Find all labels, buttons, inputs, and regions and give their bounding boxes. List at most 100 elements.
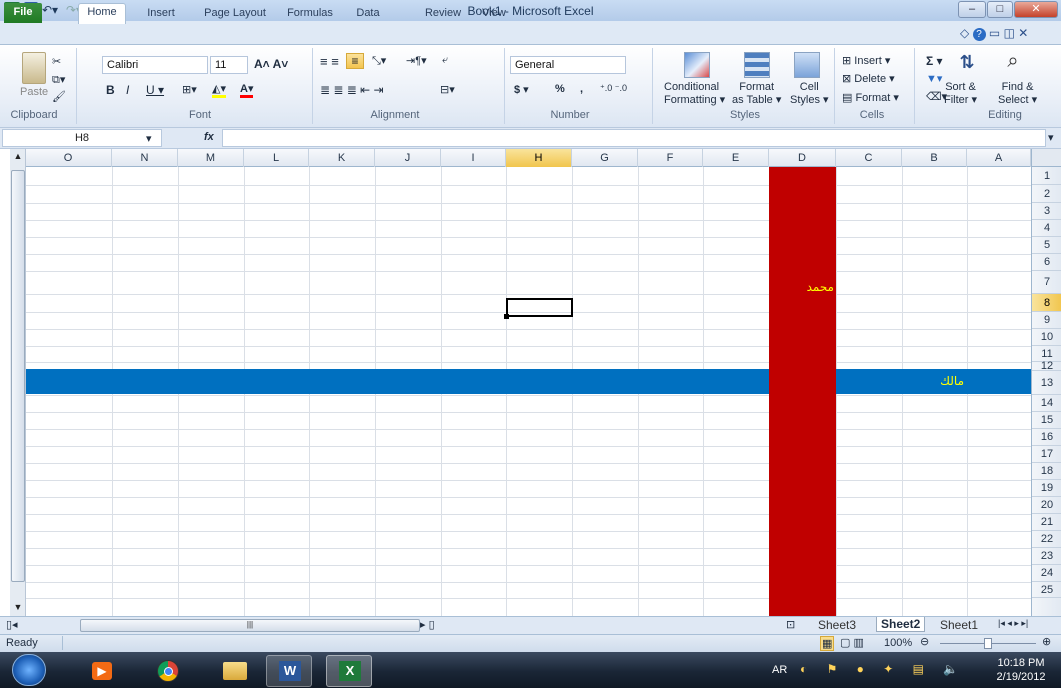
tab-data[interactable]: Data — [348, 5, 388, 23]
bold-icon[interactable]: B — [106, 83, 115, 97]
page-layout-view-icon[interactable]: ▢ ▥ — [840, 636, 864, 649]
column-header[interactable]: K — [309, 149, 375, 167]
column-header[interactable]: H — [506, 149, 572, 167]
tab-review[interactable]: Review — [420, 5, 466, 23]
row-header[interactable]: 24 — [1032, 565, 1061, 582]
help-icon[interactable]: ? — [972, 28, 986, 41]
tab-view[interactable]: View — [476, 5, 512, 23]
sort-filter-icon[interactable]: ⇅ — [954, 52, 980, 76]
scroll-down-icon[interactable]: ▼ — [11, 602, 25, 614]
format-as-table-icon[interactable] — [744, 52, 770, 78]
zoom-level[interactable]: 100% — [884, 637, 912, 649]
sheet-tab-sheet2[interactable]: Sheet2 — [876, 617, 926, 632]
column-header[interactable]: C — [836, 149, 902, 167]
cell-styles-icon[interactable] — [794, 52, 820, 78]
column-header[interactable]: N — [112, 149, 178, 167]
underline-icon[interactable]: U ▾ — [146, 83, 164, 97]
sheet-tab-sheet1[interactable]: Sheet1 — [940, 618, 978, 632]
row-header[interactable]: 15 — [1032, 412, 1061, 429]
vertical-scroll-thumb[interactable] — [11, 170, 25, 582]
font-color-icon[interactable]: A▾ — [240, 82, 254, 98]
insert-cells-button[interactable]: ⊞ Insert ▾ — [842, 54, 890, 67]
column-header[interactable]: L — [244, 149, 309, 167]
selected-cell-h8[interactable] — [506, 298, 573, 317]
zoom-slider-thumb[interactable] — [984, 638, 992, 649]
undo-icon[interactable]: ↶▾ — [42, 2, 62, 18]
excel-taskbar-icon[interactable]: X — [326, 655, 372, 687]
scroll-right-icon[interactable]: ▸ ▯ — [420, 618, 435, 631]
column-header[interactable]: F — [638, 149, 703, 167]
row-header[interactable]: 2 — [1032, 185, 1061, 203]
chrome-icon[interactable] — [146, 655, 192, 687]
media-player-icon[interactable]: ▶ — [80, 655, 126, 687]
start-orb-icon[interactable] — [12, 654, 46, 686]
autosum-icon[interactable]: Σ ▾ — [926, 54, 943, 68]
conditional-formatting-button[interactable]: Conditional Formatting ▾ — [664, 81, 725, 106]
select-all-corner[interactable] — [1031, 149, 1061, 167]
cell-b12[interactable]: مالك — [902, 374, 964, 388]
zoom-in-icon[interactable]: ⊕ — [1042, 635, 1051, 648]
close-button[interactable]: ✕ — [1014, 1, 1058, 18]
name-box-dropdown-icon[interactable]: ▾ — [146, 132, 152, 145]
tab-home[interactable]: Home — [78, 3, 126, 24]
comma-icon[interactable]: , — [580, 83, 583, 95]
row-header[interactable]: 5 — [1032, 237, 1061, 254]
currency-icon[interactable]: $ ▾ — [514, 83, 529, 96]
text-direction-icon[interactable]: ⇥¶▾ — [406, 54, 427, 67]
fill-handle[interactable] — [504, 314, 509, 319]
row-header[interactable]: 8 — [1032, 294, 1061, 312]
column-header[interactable]: D — [769, 149, 836, 167]
grow-font-icon[interactable]: A˄ A˅ — [254, 57, 288, 71]
font-name-box[interactable]: Calibri — [102, 56, 208, 74]
column-header[interactable]: G — [572, 149, 638, 167]
word-icon[interactable]: W — [266, 655, 312, 687]
borders-icon[interactable]: ⊞▾ — [182, 83, 197, 96]
column-header[interactable]: A — [967, 149, 1031, 167]
column-header[interactable]: I — [441, 149, 506, 167]
align-left-icon[interactable]: ≣ ≣ ≣ ⇤ ⇥ — [320, 83, 384, 97]
row-header[interactable]: 1 — [1032, 167, 1061, 185]
row-header[interactable]: 21 — [1032, 514, 1061, 531]
row-header[interactable]: 16 — [1032, 429, 1061, 446]
conditional-formatting-icon[interactable] — [684, 52, 710, 78]
merge-center-icon[interactable]: ⊟▾ — [440, 83, 455, 96]
sheet-nav-icons[interactable]: |◂ ◂ ▸ ▸| — [998, 618, 1028, 629]
find-select-icon[interactable]: ⌕ — [1000, 50, 1026, 76]
row-header[interactable]: 7 — [1032, 271, 1061, 294]
formula-input[interactable] — [222, 129, 1046, 147]
paste-button[interactable]: Paste — [20, 86, 48, 98]
decimal-icons[interactable]: ⁺.0 ⁻.0 — [600, 83, 627, 94]
row-header[interactable]: 13 — [1032, 371, 1061, 395]
row-header[interactable]: 20 — [1032, 497, 1061, 514]
insert-sheet-icon[interactable]: ⊡ — [786, 618, 795, 631]
zoom-out-icon[interactable]: ⊖ — [920, 635, 929, 648]
row-header[interactable]: 25 — [1032, 582, 1061, 598]
row-header[interactable]: 3 — [1032, 203, 1061, 220]
insert-function-icon[interactable]: fx — [204, 131, 214, 143]
find-select-button[interactable]: Find & Select ▾ — [998, 81, 1037, 106]
name-box[interactable]: H8 — [2, 129, 162, 147]
number-format-box[interactable]: General — [510, 56, 626, 74]
format-as-table-button[interactable]: Format as Table ▾ — [732, 81, 781, 106]
row-header[interactable]: 18 — [1032, 463, 1061, 480]
column-header[interactable]: B — [902, 149, 967, 167]
copy-icon[interactable]: ⧉▾ — [52, 73, 65, 87]
help-and-window-controls[interactable]: ◇ ? ▭ ◫ ✕ — [960, 26, 1056, 42]
tab-formulas[interactable]: Formulas — [280, 5, 340, 23]
horizontal-scroll-thumb[interactable]: ||| — [80, 619, 420, 632]
row-header[interactable]: 19 — [1032, 480, 1061, 497]
column-header[interactable]: J — [375, 149, 441, 167]
cell-styles-button[interactable]: Cell Styles ▾ — [790, 81, 829, 106]
tray-icons[interactable]: ◐ ⚑ ● ✦ ▤ 🔈 — [800, 662, 966, 676]
italic-icon[interactable]: I — [126, 83, 129, 97]
clock[interactable]: 10:18 PM 2/19/2012 — [984, 656, 1058, 684]
fill-icon[interactable]: ▼▾ — [926, 72, 942, 85]
row-header[interactable]: 12 — [1032, 361, 1061, 372]
explorer-icon[interactable] — [212, 655, 258, 687]
maximize-button[interactable]: □ — [987, 1, 1013, 18]
row-header[interactable]: 9 — [1032, 312, 1061, 329]
row-header[interactable]: 23 — [1032, 548, 1061, 565]
top-align-icon[interactable]: ≡ ≡ — [320, 54, 339, 69]
sort-filter-button[interactable]: Sort & Filter ▾ — [944, 81, 977, 106]
orientation-icon[interactable]: ⤡▾ — [372, 54, 386, 68]
